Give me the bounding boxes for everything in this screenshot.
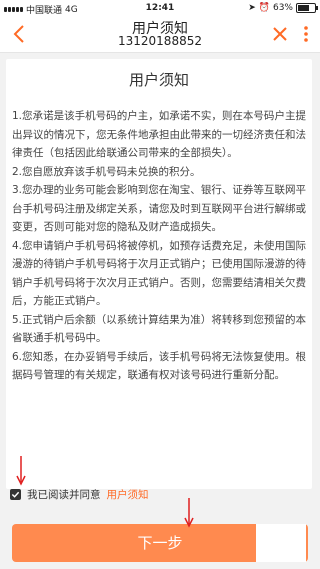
annotation-arrow [184,498,194,528]
notice-title: 用户须知 [128,71,189,89]
agreement-row[interactable]: 我已阅读并同意 用户须知 [10,487,149,501]
bottom-bar: 下一步 [0,520,320,569]
notice-paragraph: 2.您自愿放弃该手机号码未兑换的积分。 [12,165,201,178]
agree-text: 我已阅读并同意 [27,488,101,501]
battery-percent: 63% [272,3,293,13]
notice-paragraph: 5.正式销户后余额（以系统计算结果为准）将转移到您预留的本省联通手机号码中。 [12,313,306,345]
user-notice-link[interactable]: 用户须知 [107,487,149,502]
watermark-patch [256,524,306,562]
annotation-arrow [16,456,26,486]
alarm-icon: ⏰ [258,3,270,13]
notice-paragraph: 6.您知悉，在办妥销号手续后，该手机号码将无法恢复使用。根据码号管理的有关规定，… [12,350,306,382]
checkmark-icon [11,491,20,498]
notice-paragraph: 1.您承诺是该手机号码的户主，如承诺不实，则在本号码户主提出异议的情况下，您无条… [12,110,306,159]
nav-header: 用户须知 13120188852 [0,16,320,53]
more-vertical-icon [304,26,308,42]
close-button[interactable] [270,24,290,44]
location-icon: ➤ [248,3,256,13]
battery-icon [296,3,318,13]
agree-checkbox[interactable] [10,488,21,500]
status-right: ➤ ⏰ 63% [248,3,318,13]
content-area: 用户须知 1.您承诺是该手机号码的户主，如承诺不实，则在本号码户主提出异议的情况… [0,53,320,523]
notice-card: 用户须知 1.您承诺是该手机号码的户主，如承诺不实，则在本号码户主提出异议的情况… [6,59,312,489]
more-button[interactable] [300,24,312,44]
notice-body: 1.您承诺是该手机号码的户主，如承诺不实，则在本号码户主提出异议的情况下，您无条… [12,107,306,385]
close-icon [273,27,287,41]
notice-paragraph: 4.您申请销户手机号码将被停机，如预存话费充足，未使用国际漫游的待销户手机号码将… [12,239,306,308]
notice-paragraph: 3.您办理的业务可能会影响到您在淘宝、银行、证券等互联网平台手机号码注册及绑定关… [12,184,306,233]
